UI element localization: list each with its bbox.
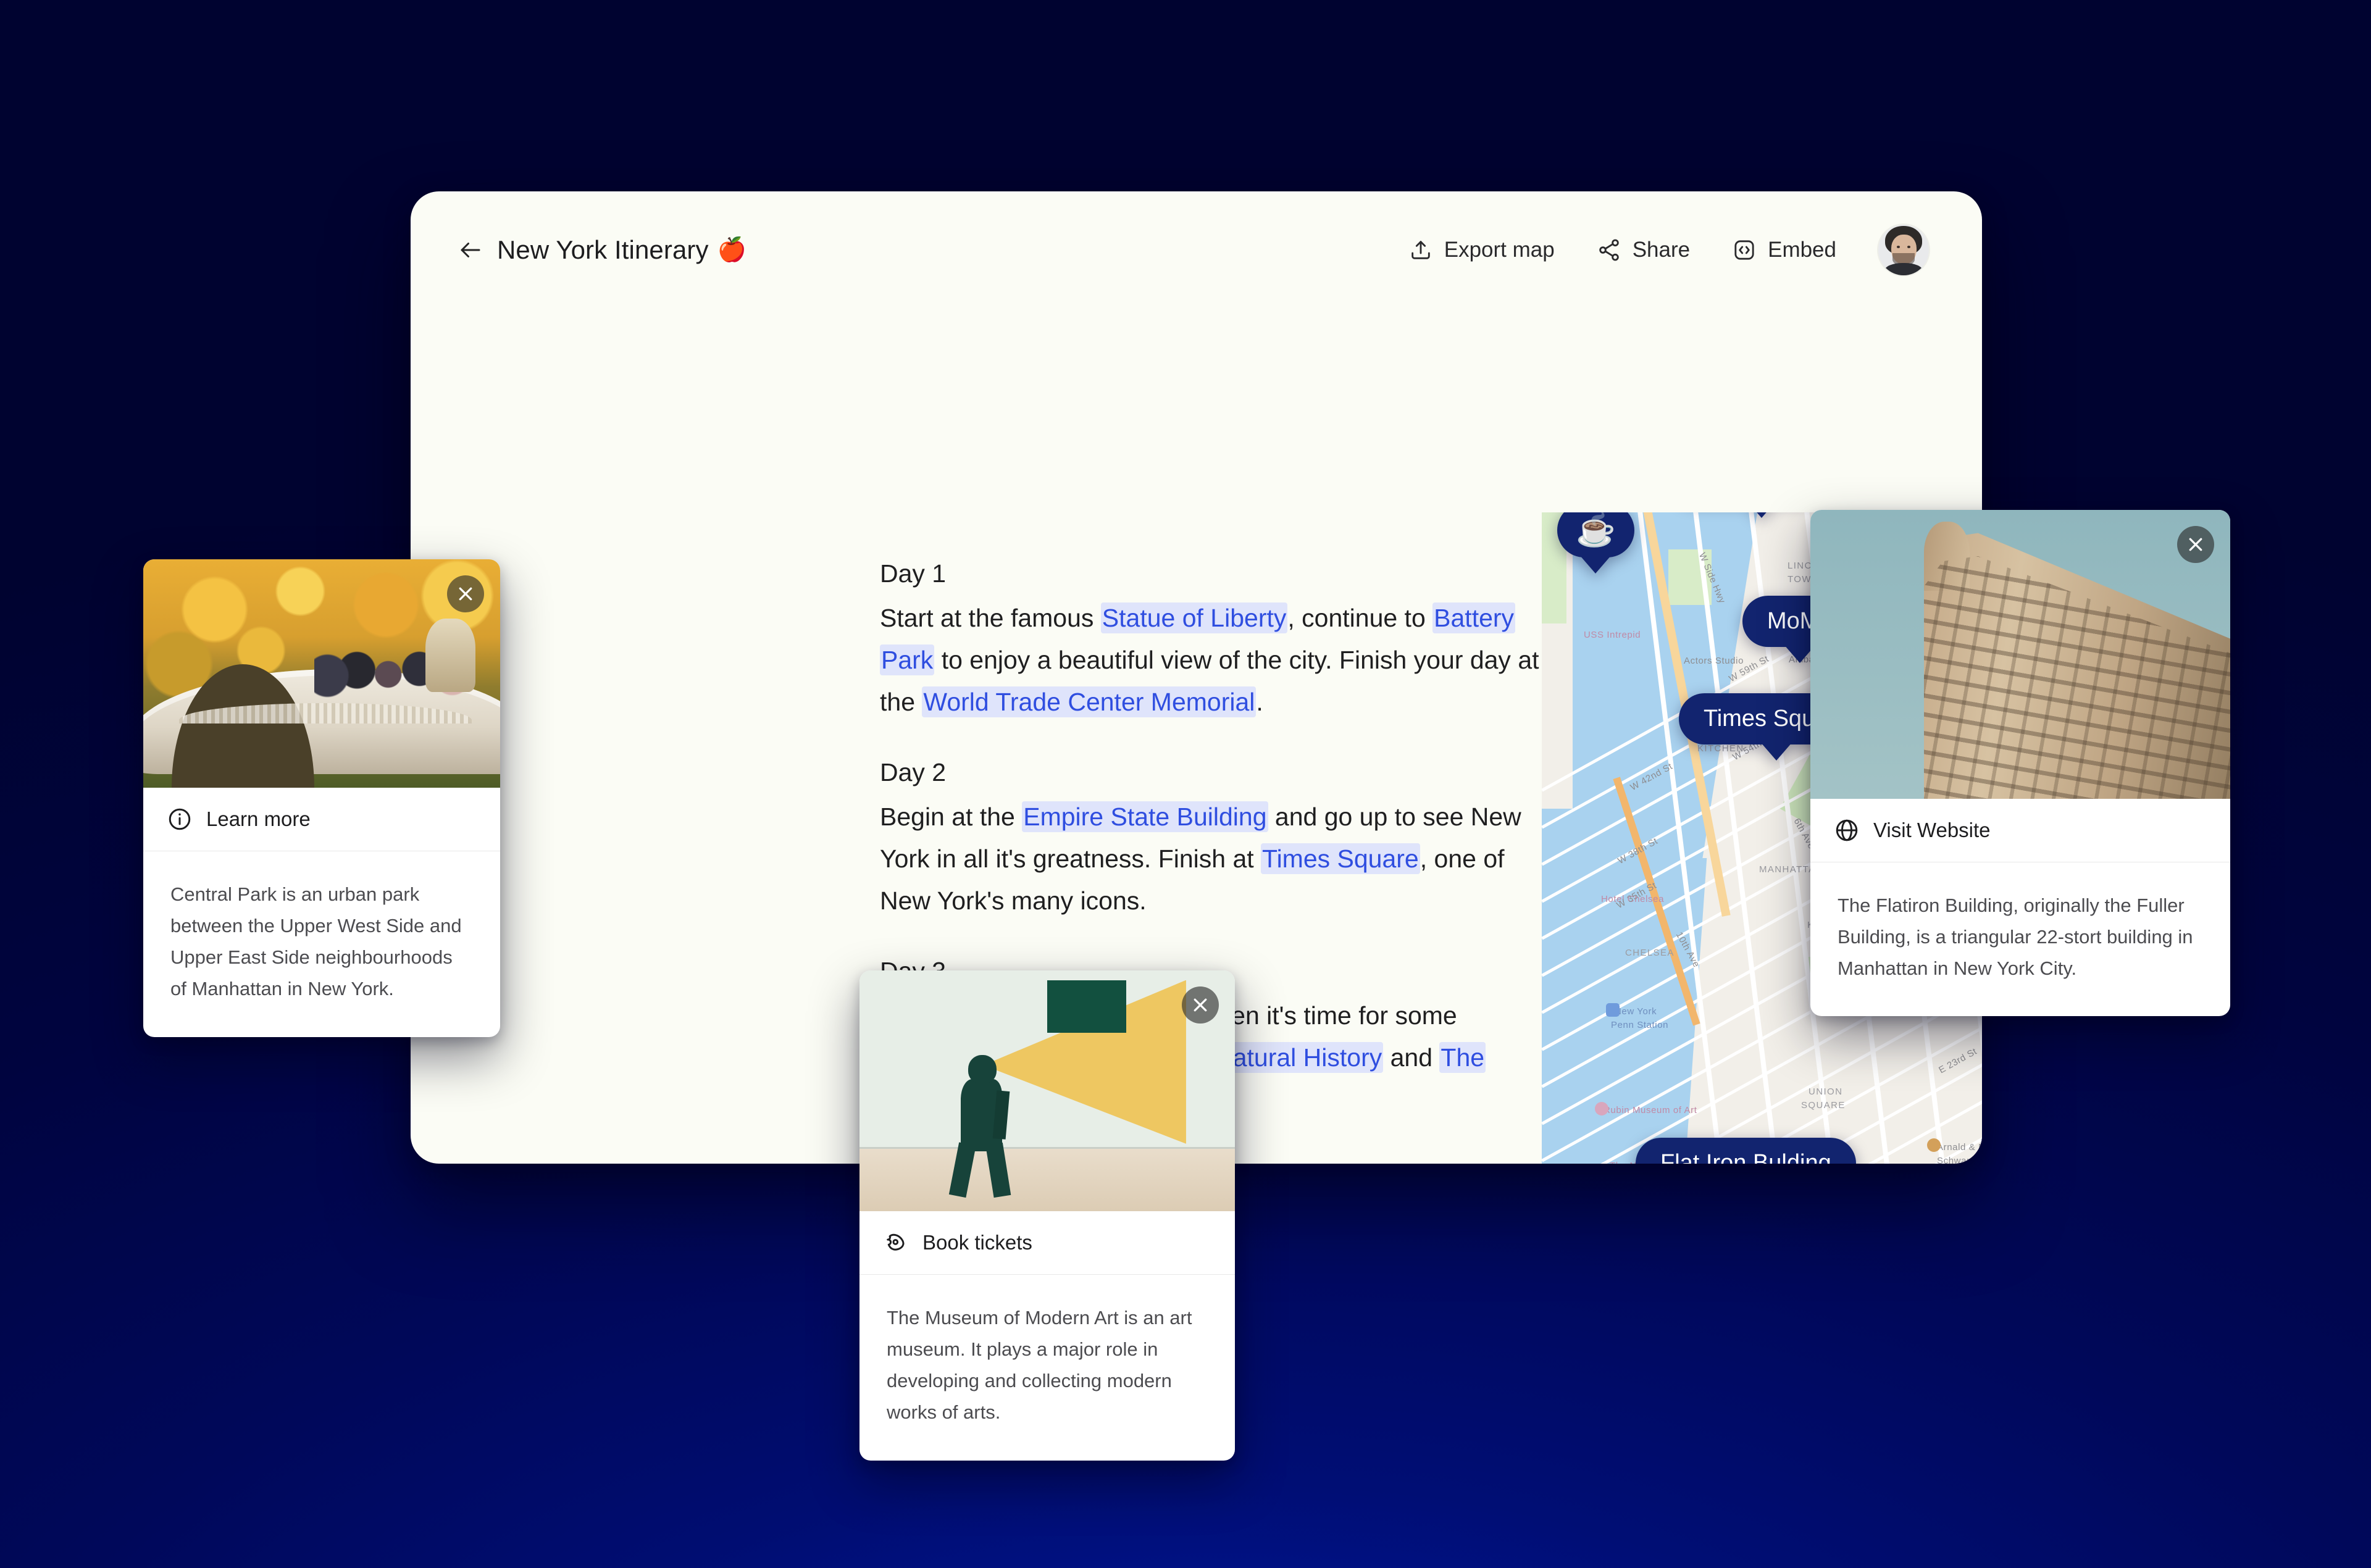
card-central-park: Learn more Central Park is an urban park… — [143, 559, 500, 1037]
day-label: Day 2 — [880, 758, 947, 787]
map-label: Penn Station — [1611, 1020, 1669, 1030]
card-image-flatiron — [1810, 510, 2230, 799]
share-nodes-icon — [1597, 238, 1621, 262]
itinerary-text-run: , continue to — [1287, 604, 1433, 633]
place-link[interactable]: World Trade Center Memorial — [922, 686, 1257, 718]
code-brackets-icon — [1732, 238, 1757, 262]
day-body: Begin at the Empire State Building and g… — [880, 796, 1547, 922]
itinerary-text-run: and — [1383, 1043, 1440, 1072]
map-transit-dot — [1606, 1003, 1620, 1017]
page-title[interactable]: New York Itinerary 🍎 — [497, 235, 746, 265]
visit-website-button[interactable]: Visit Website — [1810, 799, 2230, 862]
export-map-label: Export map — [1444, 238, 1555, 262]
map-label: SQUARE — [1801, 1100, 1846, 1111]
close-icon[interactable] — [1182, 986, 1219, 1024]
apple-emoji-icon: 🍎 — [717, 237, 747, 263]
map-label: Arnald & Marie — [1937, 1142, 1982, 1153]
coffee-pin-icon: ☕ — [1557, 512, 1634, 557]
card-flatiron: Visit Website The Flatiron Building, ori… — [1810, 510, 2230, 1017]
pin-tail — [1745, 512, 1778, 518]
map-pin-coffee[interactable]: ☕ — [1557, 512, 1634, 573]
share-label: Share — [1632, 238, 1691, 262]
map-label: USS Intrepid — [1584, 630, 1641, 640]
toolbar-actions: Export map Share Embed — [1387, 225, 1929, 275]
card-moma: Book tickets The Museum of Modern Art is… — [859, 970, 1235, 1461]
card-image-central-park — [143, 559, 500, 788]
avatar-body — [1884, 263, 1923, 275]
stone-urn-shape — [425, 619, 475, 692]
embed-label: Embed — [1768, 238, 1836, 262]
pin-tail — [1579, 555, 1612, 573]
avatar-eye-right — [1907, 245, 1911, 248]
itinerary-day: Day 1 Start at the famous Statue of Liber… — [880, 553, 1547, 723]
map-label: Actors Studio — [1684, 656, 1744, 666]
title-left-group: New York Itinerary 🍎 — [458, 235, 746, 265]
itinerary-day: Day 2 Begin at the Empire State Building … — [880, 751, 1547, 922]
map-label: Rubin Museum of Art — [1604, 1105, 1697, 1116]
day-body: Start at the famous Statue of Liberty, c… — [880, 597, 1547, 723]
export-map-button[interactable]: Export map — [1387, 229, 1576, 271]
info-circle-icon — [167, 806, 193, 832]
dark-green-square-artwork — [1047, 980, 1126, 1033]
place-link[interactable]: Empire State Building — [1022, 801, 1268, 833]
card-body-moma: The Museum of Modern Art is an art museu… — [887, 1307, 1192, 1424]
itinerary-text-run: Begin at the — [880, 803, 1022, 832]
card-body-central-park: Central Park is an urban park between th… — [170, 883, 462, 1000]
card-body-flatiron: The Flatiron Building, originally the Fu… — [1838, 895, 2193, 980]
page-title-text: New York Itinerary — [497, 235, 709, 264]
close-icon[interactable] — [2177, 526, 2214, 563]
place-link[interactable]: Statue of Liberty — [1100, 603, 1288, 634]
map-label: Schwartz Hall of — [1937, 1156, 1982, 1164]
book-tickets-label: Book tickets — [922, 1231, 1032, 1254]
map-poi-dot — [1927, 1138, 1941, 1152]
close-icon[interactable] — [447, 575, 484, 612]
pin-label: Flat Iron Bulding — [1636, 1138, 1856, 1164]
visit-website-label: Visit Website — [1873, 819, 1991, 841]
upload-icon — [1408, 238, 1433, 262]
avatar-eye-left — [1896, 245, 1901, 248]
ticket-icon — [883, 1230, 909, 1256]
book-tickets-button[interactable]: Book tickets — [859, 1211, 1235, 1275]
pin-tail — [1760, 742, 1792, 761]
learn-more-button[interactable]: Learn more — [143, 788, 500, 851]
map-label: CHELSEA — [1625, 948, 1675, 958]
gallery-floor — [859, 1148, 1235, 1211]
day-label: Day 1 — [880, 559, 947, 588]
map-pin-flat-iron[interactable]: Flat Iron Bulding — [1636, 1138, 1856, 1164]
title-bar: New York Itinerary 🍎 Export map Share Em… — [411, 191, 1982, 309]
map-poi-dot — [1595, 1102, 1608, 1116]
visitor-head — [968, 1054, 997, 1084]
share-button[interactable]: Share — [1576, 229, 1711, 271]
place-link[interactable]: Natural History — [1213, 1042, 1384, 1074]
learn-more-label: Learn more — [206, 807, 311, 830]
map-label: New York — [1615, 1006, 1657, 1017]
avatar[interactable] — [1878, 225, 1929, 275]
back-arrow-icon[interactable] — [458, 237, 483, 263]
map-label: UNION — [1809, 1086, 1843, 1097]
itinerary-text-run: . — [1256, 688, 1263, 717]
place-link[interactable]: Times Square — [1261, 843, 1420, 875]
card-image-moma — [859, 970, 1235, 1211]
globe-icon — [1834, 817, 1860, 843]
embed-button[interactable]: Embed — [1711, 229, 1857, 271]
itinerary-text-run: Start at the famous — [880, 604, 1101, 633]
